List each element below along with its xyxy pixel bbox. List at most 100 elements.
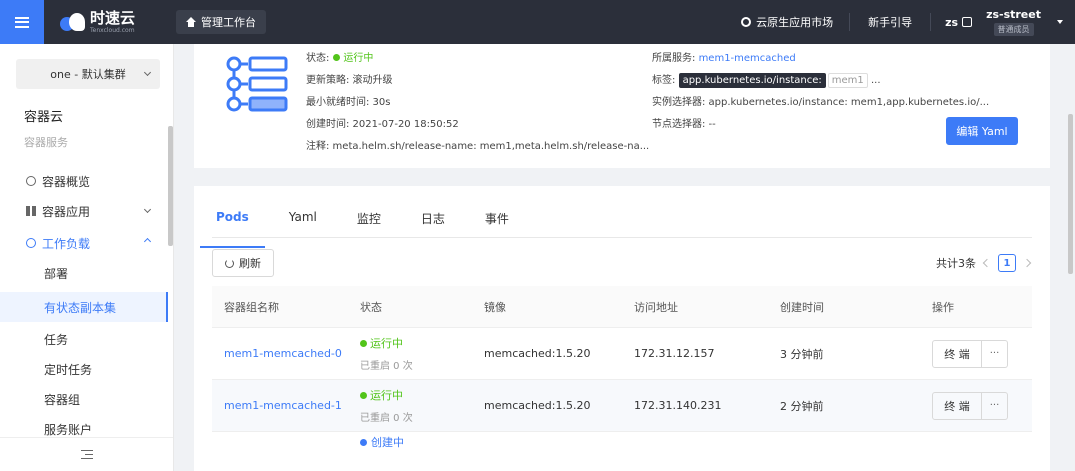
market-icon [741,17,752,27]
table-header: 容器组名称 状态 镜像 访问地址 创建时间 操作 [212,286,1032,328]
pods-table: 容器组名称 状态 镜像 访问地址 创建时间 操作 mem1-memcached-… [212,286,1032,471]
sidebar-scrollbar[interactable] [168,126,173,246]
tab-events[interactable]: 事件 [481,210,513,236]
dashboard-icon [26,176,36,186]
user-dropdown-icon[interactable] [1057,20,1063,24]
created-time: 创建时间: 2021-07-20 18:50:52 [306,119,459,130]
section-subtitle: 容器服务 [24,136,68,149]
collapse-menu-icon [81,450,93,459]
sidebar-item-label: 容器应用 [42,204,91,219]
pod-status: 运行中 已重启 0 次 [360,335,484,372]
logo-subtext: Tenxcloud.com [90,26,135,34]
tabs-divider [212,237,1032,238]
user-profile[interactable]: zs-street 普通成员 [986,8,1049,36]
col-header-address: 访问地址 [634,300,678,314]
workbench-button[interactable]: 管理工作台 [176,10,266,34]
service-link[interactable]: mem1-memcached [699,53,796,64]
terminal-button[interactable]: 终 端 [932,339,982,368]
sidebar-subitem-statefulsets[interactable]: 有状态副本集 [0,292,168,322]
chevron-down-icon [143,205,152,214]
pod-status: 创建中 [360,432,484,450]
workload-icon [26,238,36,248]
cluster-select-value: one - 默认集群 [50,68,126,81]
section-title: 容器云 [24,110,64,125]
tab-monitoring[interactable]: 监控 [353,210,385,236]
chevron-down-icon [143,68,152,77]
more-actions-button[interactable]: ··· [982,339,1008,368]
apps-grid-icon [26,206,36,216]
sidebar: one - 默认集群 容器云 容器服务 容器概览 容器应用 工作负载 部署 有状… [0,44,174,471]
total-count: 共计3条 [936,257,976,270]
col-header-created: 创建时间 [780,300,824,314]
refresh-button[interactable]: 刷新 [212,249,274,277]
prev-page-icon[interactable] [982,258,992,268]
main-scrollbar[interactable] [1068,114,1073,274]
service-label: 所属服务: [652,53,696,64]
status-text: 运行中 [370,337,403,350]
sidebar-subitem-cronjobs[interactable]: 定时任务 [0,354,168,384]
pod-status: 运行中 已重启 0 次 [360,387,484,424]
min-ready-time: 最小就绪时间: 30s [306,97,391,108]
service-line: 所属服务: mem1-memcached [652,48,989,70]
sidebar-subitem-jobs[interactable]: 任务 [0,324,168,354]
logo-text: 时速云 [90,8,136,27]
pod-created: 2 分钟前 [780,399,824,413]
running-dot-icon [360,340,367,347]
terminal-button[interactable]: 终 端 [932,391,982,420]
pagination: 共计3条 1 [936,254,1032,272]
sidebar-item-apps[interactable]: 容器应用 [0,196,168,226]
page-number-button[interactable]: 1 [998,254,1016,272]
workbench-label: 管理工作台 [201,16,256,29]
user-short-label: zs [945,15,959,29]
logo[interactable]: 时速云 Tenxcloud.com [58,8,168,34]
sidebar-item-label: 容器概览 [42,174,91,189]
row-actions: 终 端 ··· [932,339,1032,368]
tab-logs[interactable]: 日志 [417,210,449,236]
message-icon [962,17,973,27]
more-actions-button[interactable]: ··· [982,391,1008,420]
status-value: 运行中 [343,53,374,64]
row-actions: 终 端 ··· [932,391,1032,420]
tab-yaml[interactable]: Yaml [285,210,321,236]
col-header-image: 镜像 [484,300,506,314]
user-short-menu[interactable]: zs [931,16,986,29]
node-selector: 节点选择器: -- [652,119,716,130]
pod-name-link[interactable]: mem1-memcached-0 [212,347,360,360]
statefulset-icon [226,56,288,112]
app-market-link[interactable]: 云原生应用市场 [725,13,851,31]
market-label: 云原生应用市场 [756,16,834,29]
sidebar-item-overview[interactable]: 容器概览 [0,166,168,196]
update-strategy: 更新策略: 滚动升级 [306,75,393,86]
user-role-badge: 普通成员 [993,23,1034,36]
statefulset-info-card: 状态: 运行中 更新策略: 滚动升级 最小就绪时间: 30s 创建时间: 2021… [194,44,1050,168]
status-line: 状态: 运行中 [306,48,649,70]
main-content: 状态: 运行中 更新策略: 滚动升级 最小就绪时间: 30s 创建时间: 2021… [174,44,1075,471]
cluster-select[interactable]: one - 默认集群 [16,59,160,89]
sidebar-collapse-button[interactable] [0,437,173,471]
status-text: 运行中 [370,389,403,402]
logo-icon [58,11,88,33]
guide-link[interactable]: 新手引导 [850,13,932,31]
home-icon [186,17,196,27]
label-tag-key[interactable]: app.kubernetes.io/instance: [678,73,826,88]
top-bar: 时速云 Tenxcloud.com 管理工作台 云原生应用市场 新手引导 zs … [0,0,1075,44]
instance-selector: 实例选择器: app.kubernetes.io/instance: mem1,… [652,97,990,108]
menu-toggle-button[interactable] [0,0,44,44]
edit-yaml-button[interactable]: 编辑 Yaml [946,117,1018,145]
pods-card: Pods Yaml 监控 日志 事件 刷新 共计3条 1 容器组名称 状态 镜像… [194,186,1050,471]
labels-more[interactable]: ... [871,75,881,86]
sidebar-item-workloads[interactable]: 工作负载 [0,228,168,258]
detail-tabs: Pods Yaml 监控 日志 事件 [200,210,545,248]
next-page-icon[interactable] [1022,258,1032,268]
label-tag-value: mem1 [827,73,868,88]
table-row: mem1-memcached-0 运行中 已重启 0 次 memcached:1… [212,328,1032,380]
sidebar-subitem-pods[interactable]: 容器组 [0,384,168,414]
pod-name-link[interactable]: mem1-memcached-1 [212,399,360,412]
status-label: 状态: [306,53,330,64]
table-row: 创建中 [212,432,1032,471]
restart-count: 已重启 0 次 [360,361,413,372]
chevron-up-icon [143,237,152,246]
sidebar-subitem-deployments[interactable]: 部署 [0,258,168,288]
pod-image: memcached:1.5.20 [484,347,591,360]
tab-pods[interactable]: Pods [200,210,265,248]
